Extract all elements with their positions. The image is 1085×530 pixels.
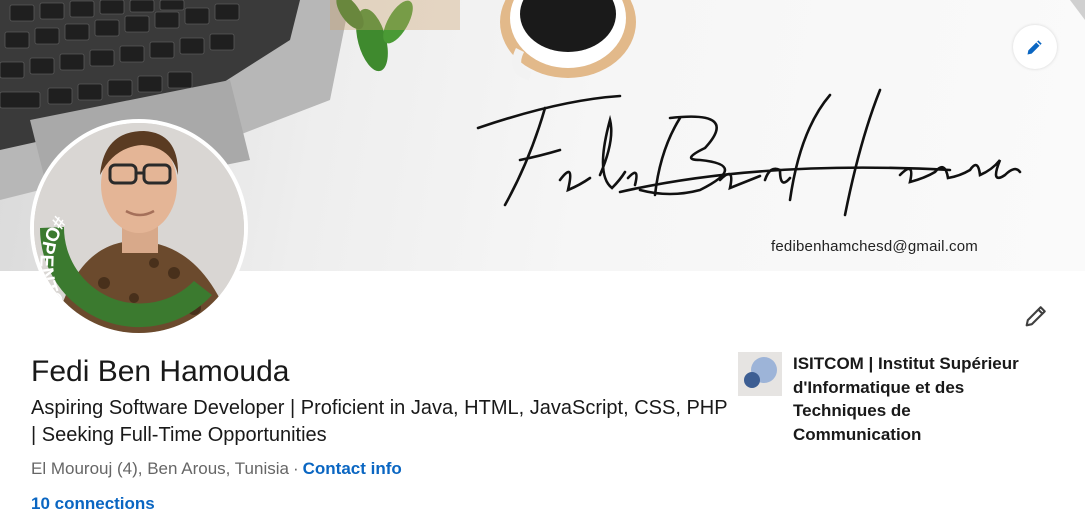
connections-link[interactable]: 10 connections xyxy=(31,494,155,514)
school-logo xyxy=(738,352,782,396)
education-link[interactable]: ISITCOM | Institut Supérieur d'Informati… xyxy=(738,352,1038,446)
school-logo-icon xyxy=(738,352,782,396)
profile-name: Fedi Ben Hamouda xyxy=(31,355,290,388)
pencil-icon xyxy=(1025,306,1046,327)
signature-illustration xyxy=(476,88,1022,217)
profile-photo-illustration: #OPENTOWORK xyxy=(34,123,244,333)
school-name: ISITCOM | Institut Supérieur d'Informati… xyxy=(793,354,1019,444)
banner-email-text: fedibenhamchesd@gmail.com xyxy=(771,238,978,255)
location-line: El Mourouj (4), Ben Arous, Tunisia · Conta… xyxy=(31,459,402,479)
coffee-cup-illustration xyxy=(500,0,636,81)
location-text: El Mourouj (4), Ben Arous, Tunisia xyxy=(31,459,289,478)
contact-info-link[interactable]: Contact info xyxy=(303,459,402,478)
profile-photo-ring[interactable]: #OPENTOWORK xyxy=(30,119,248,337)
plant-illustration xyxy=(330,0,460,72)
edit-cover-button[interactable] xyxy=(1013,25,1057,69)
profile-top-card: fedibenhamchesd@gmail.com #OPENTOWO Fedi… xyxy=(0,0,1085,530)
separator-dot: · xyxy=(292,459,299,478)
pencil-icon xyxy=(1027,40,1042,55)
profile-headline: Aspiring Software Developer | Proficient… xyxy=(31,397,728,446)
profile-photo[interactable]: #OPENTOWORK xyxy=(34,123,244,333)
edit-intro-button[interactable] xyxy=(1016,296,1056,336)
